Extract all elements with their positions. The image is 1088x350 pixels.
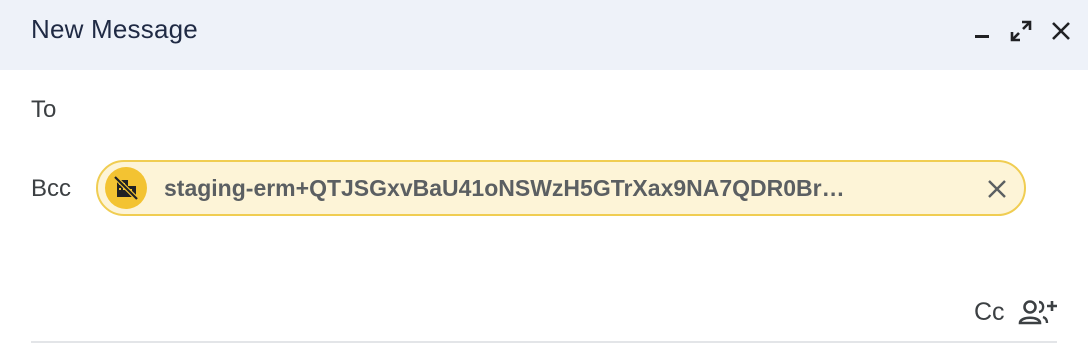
expand-button[interactable] [1006, 16, 1036, 46]
bcc-recipient-chip[interactable]: staging-erm+QTJSGxvBaU41oNSWzH5GTrXax9NA… [96, 160, 1026, 216]
close-icon [988, 180, 1006, 198]
add-people-button[interactable] [1016, 296, 1060, 328]
cc-button[interactable]: Cc [974, 298, 1005, 327]
chip-email-text: staging-erm+QTJSGxvBaU41oNSWzH5GTrXax9NA… [164, 175, 845, 201]
expand-icon [1010, 20, 1032, 42]
close-icon [1052, 22, 1070, 40]
close-button[interactable] [1046, 16, 1076, 46]
minimize-icon [975, 35, 989, 38]
no-domain-icon [113, 175, 139, 201]
minimize-button[interactable] [967, 16, 997, 46]
field-divider [31, 341, 1057, 343]
compose-title: New Message [31, 14, 198, 44]
bcc-label[interactable]: Bcc [31, 175, 71, 203]
chip-avatar [105, 167, 147, 209]
compose-header: New Message [0, 0, 1088, 70]
to-label[interactable]: To [31, 96, 56, 124]
person-add-icon [1018, 300, 1057, 325]
remove-recipient-button[interactable] [982, 174, 1012, 204]
